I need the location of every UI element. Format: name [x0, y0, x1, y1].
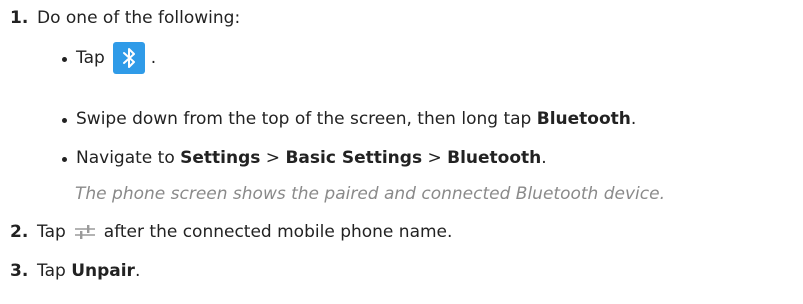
- bullet: [62, 156, 67, 162]
- step-text: Do one of the following:: [37, 8, 241, 28]
- separator: >: [265, 148, 281, 168]
- unpair-label: Unpair: [71, 261, 135, 281]
- option-navigate-settings: Navigate to Settings > Basic Settings > …: [62, 146, 547, 170]
- option-text: Tap: [76, 48, 105, 68]
- settings-label: Settings: [180, 148, 261, 168]
- bluetooth-label: Bluetooth: [447, 148, 542, 168]
- option-swipe-down: Swipe down from the top of the screen, t…: [62, 107, 636, 131]
- step-text: Tap after the connected mobile phone nam…: [37, 219, 452, 245]
- step-text-start: Tap: [37, 261, 66, 281]
- separator: >: [427, 148, 442, 168]
- option-text-end: .: [541, 148, 547, 168]
- bluetooth-label: Bluetooth: [536, 109, 631, 129]
- option-tap-bluetooth: Tap .: [62, 40, 156, 76]
- option-text-end: .: [630, 109, 637, 129]
- basic-settings-label: Basic Settings: [285, 148, 423, 168]
- option-text: Swipe down from the top of the screen, t…: [76, 109, 532, 129]
- step-number: 1.: [10, 8, 29, 28]
- option-text: Navigate to: [76, 148, 175, 168]
- result-note: The phone screen shows the paired and co…: [75, 184, 665, 204]
- step-text-end: after the connected mobile phone name.: [103, 222, 453, 242]
- step-text: Tap Unpair.: [37, 261, 140, 281]
- step-number: 3.: [10, 261, 29, 281]
- option-text-end: .: [150, 48, 157, 68]
- step-number: 2.: [10, 222, 29, 242]
- bluetooth-icon: [112, 42, 145, 74]
- bullet: [62, 117, 67, 123]
- slider-settings-icon: [74, 222, 96, 242]
- step-text-start: Tap: [37, 222, 66, 242]
- bullet: [62, 56, 67, 62]
- step-text-end: .: [134, 261, 141, 281]
